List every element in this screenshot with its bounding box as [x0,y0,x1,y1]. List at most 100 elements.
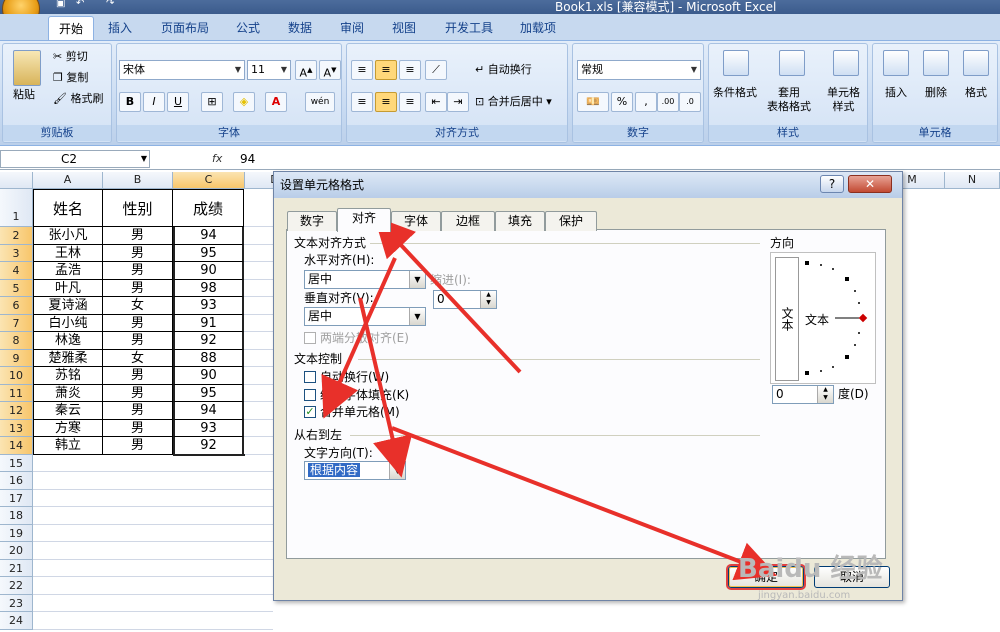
orientation-dial-icon[interactable] [801,255,875,383]
table-cell[interactable]: 男 [103,367,173,385]
table-cell[interactable]: 孟浩 [33,262,103,280]
table-cell[interactable]: 98 [173,279,244,297]
decrease-decimal-icon[interactable]: .0 [679,92,701,112]
merge-cells-checkbox[interactable]: ✓ [304,406,316,418]
table-cell[interactable]: 秦云 [33,402,103,420]
row-header[interactable]: 10 [0,367,33,385]
table-cell[interactable]: 女 [103,349,173,367]
dialog-tab-fill[interactable]: 填充 [495,211,545,231]
fx-icon[interactable]: fx [212,150,228,168]
dialog-tab-alignment[interactable]: 对齐 [337,208,391,232]
paste-button[interactable]: 粘贴 [13,88,35,102]
table-cell[interactable]: 张小凡 [33,227,103,245]
distributed-checkbox[interactable] [304,332,316,344]
row-header[interactable]: 4 [0,262,33,280]
align-bottom-icon[interactable]: ≡ [399,60,421,80]
table-cell[interactable]: 王林 [33,244,103,262]
table-cell[interactable]: 男 [103,402,173,420]
row-header[interactable]: 11 [0,384,33,402]
tab-addins[interactable]: 加载项 [512,16,564,40]
text-direction-select[interactable]: 根据内容 ▼ [304,461,406,480]
table-format-icon[interactable] [779,50,805,76]
table-cell[interactable]: 男 [103,332,173,350]
increase-indent-icon[interactable]: ⇥ [447,92,469,112]
row-header[interactable]: 1 [0,189,33,227]
phonetic-button[interactable]: wén [305,92,335,112]
table-cell[interactable]: 94 [173,402,244,420]
table-cell[interactable]: 夏诗涵 [33,297,103,315]
table-cell[interactable]: 男 [103,244,173,262]
table-cell[interactable]: 90 [173,367,244,385]
table-cell[interactable]: 男 [103,419,173,437]
row-header[interactable]: 21 [0,559,33,577]
formula-input[interactable]: 94 [240,150,255,168]
copy-button[interactable]: ❐ 复制 [53,71,88,85]
table-cell[interactable]: 男 [103,437,173,455]
table-cell[interactable]: 男 [103,262,173,280]
help-button[interactable]: ? [820,175,844,193]
row-header[interactable]: 2 [0,227,33,245]
row-header[interactable]: 3 [0,244,33,262]
table-cell[interactable]: 男 [103,384,173,402]
table-cell[interactable]: 91 [173,314,244,332]
increase-decimal-icon[interactable]: .00 [657,92,679,112]
decrease-indent-icon[interactable]: ⇤ [425,92,447,112]
row-header[interactable]: 22 [0,577,33,595]
row-header[interactable]: 24 [0,612,33,630]
percent-button[interactable]: % [611,92,633,112]
table-cell[interactable]: 方寒 [33,419,103,437]
format-cells-icon[interactable] [963,50,989,76]
align-middle-icon[interactable]: ≡ [375,60,397,80]
spinner-arrows-icon[interactable]: ▲ ▼ [817,386,833,403]
tab-data[interactable]: 数据 [280,16,320,40]
save-icon[interactable]: ▣ [56,0,65,9]
row-header[interactable]: 7 [0,314,33,332]
row-header[interactable]: 5 [0,279,33,297]
shrink-font-button[interactable]: A▼ [319,60,341,80]
cell-styles-button[interactable]: 单元格 样式 [827,86,860,114]
close-button[interactable]: ✕ [848,175,892,193]
align-top-icon[interactable]: ≡ [351,60,373,80]
font-size-combo[interactable]: 11 ▼ [247,60,291,80]
border-icon[interactable]: ⊞ [201,92,223,112]
delete-cells-icon[interactable] [923,50,949,76]
row-header[interactable]: 13 [0,419,33,437]
table-cell[interactable]: 林逸 [33,332,103,350]
table-cell[interactable]: 男 [103,279,173,297]
table-cell[interactable]: 88 [173,349,244,367]
row-header[interactable]: 8 [0,332,33,350]
table-cell[interactable]: 苏铭 [33,367,103,385]
table-cell[interactable]: 男 [103,314,173,332]
tab-formulas[interactable]: 公式 [228,16,268,40]
table-cell[interactable]: 叶凡 [33,279,103,297]
table-cell[interactable]: 95 [173,384,244,402]
wrap-text-button[interactable]: ↵ 自动换行 [475,63,532,77]
align-center-icon[interactable]: ≡ [375,92,397,112]
orientation-icon[interactable]: ⟋ [425,60,447,80]
italic-button[interactable]: I [143,92,165,112]
header-cell[interactable]: 姓名 [33,189,103,227]
tab-view[interactable]: 视图 [384,16,424,40]
row-header[interactable]: 17 [0,489,33,507]
format-painter-button[interactable]: 🖌 格式刷 [53,92,103,106]
align-left-icon[interactable]: ≡ [351,92,373,112]
insert-cells-button[interactable]: 插入 [885,86,907,100]
table-cell[interactable]: 男 [103,227,173,245]
vertical-text-button[interactable]: 文本 [775,257,799,381]
number-format-combo[interactable]: 常规 ▼ [577,60,701,80]
row-header[interactable]: 18 [0,507,33,525]
column-header[interactable]: N [945,172,1000,189]
table-cell[interactable]: 92 [173,437,244,455]
header-cell[interactable]: 性别 [103,189,173,227]
row-header[interactable]: 9 [0,349,33,367]
header-cell[interactable]: 成绩 [173,189,244,227]
conditional-format-icon[interactable] [723,50,749,76]
table-cell[interactable]: 92 [173,332,244,350]
table-cell[interactable]: 白小纯 [33,314,103,332]
wrap-text-checkbox[interactable] [304,371,316,383]
cell-styles-icon[interactable] [833,50,859,76]
table-cell[interactable]: 93 [173,297,244,315]
row-header[interactable]: 20 [0,542,33,560]
spinner-arrows-icon[interactable]: ▲ ▼ [480,291,496,308]
table-cell[interactable]: 楚雅柔 [33,349,103,367]
